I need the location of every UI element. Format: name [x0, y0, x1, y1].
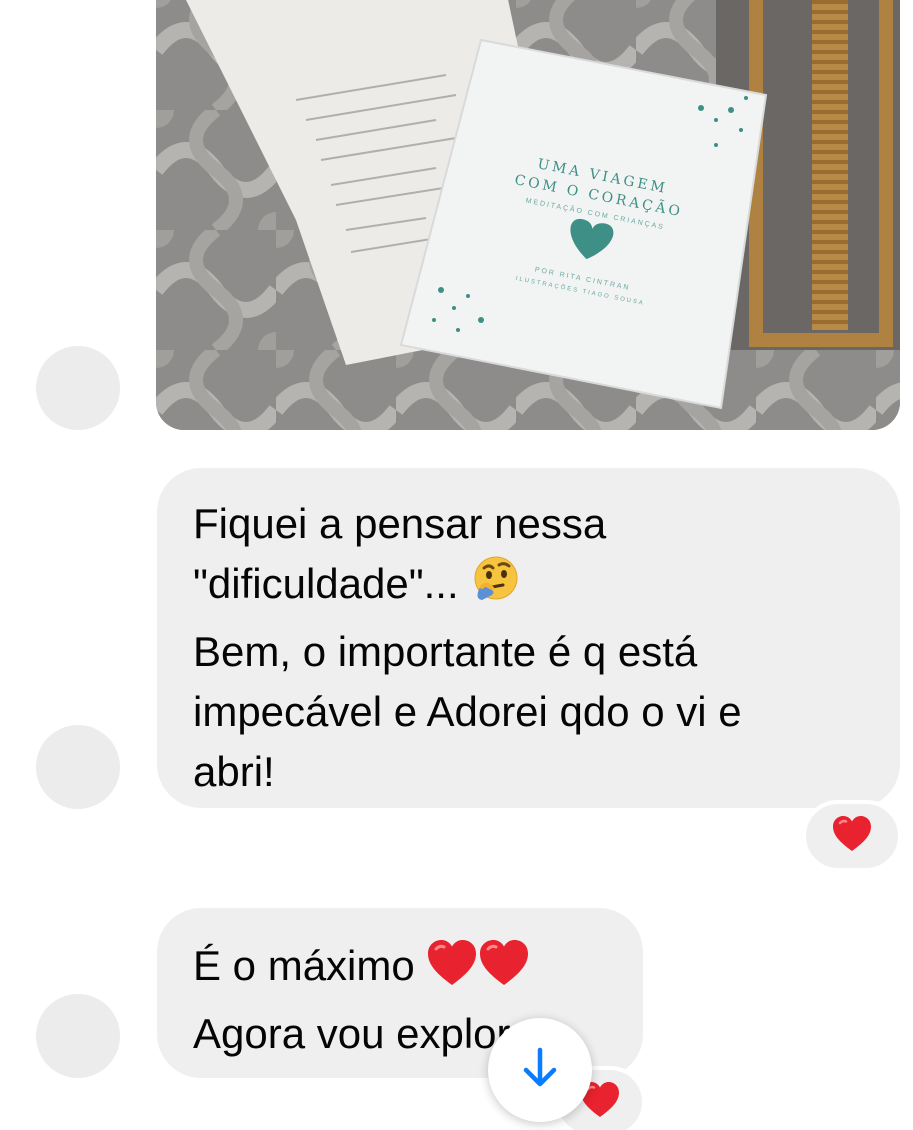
- avatar[interactable]: [36, 346, 120, 430]
- reaction-badge[interactable]: [802, 800, 902, 872]
- red-heart-icon: [832, 815, 872, 858]
- thinking-face-icon: [470, 554, 522, 622]
- message-bubble[interactable]: Fiquei a pensar nessa "dificuldade"... B…: [157, 468, 900, 808]
- message-text-line: "dificuldade"...: [193, 554, 870, 622]
- photo-attachment[interactable]: UMA VIAGEM COM O CORAÇÃO MEDITAÇÃO COM C…: [156, 0, 900, 430]
- message-text-line: Bem, o importante é q está: [193, 628, 698, 675]
- message-text-fragment: É o máximo: [193, 942, 415, 989]
- scroll-to-bottom-button[interactable]: [488, 1018, 592, 1122]
- message-text-line: É o máximo: [193, 936, 613, 1004]
- message-text-fragment: "dificuldade"...: [193, 560, 459, 607]
- avatar[interactable]: [36, 725, 120, 809]
- message-text-line: impecável e Adorei qdo o vi e: [193, 688, 742, 735]
- two-red-hearts-icon: [426, 938, 530, 1004]
- arrow-down-icon: [520, 1046, 560, 1095]
- avatar[interactable]: [36, 994, 120, 1078]
- message-text-line: Fiquei a pensar nessa: [193, 500, 607, 547]
- chat-screen: UMA VIAGEM COM O CORAÇÃO MEDITAÇÃO COM C…: [0, 0, 913, 1130]
- message-text-line: abri!: [193, 748, 275, 795]
